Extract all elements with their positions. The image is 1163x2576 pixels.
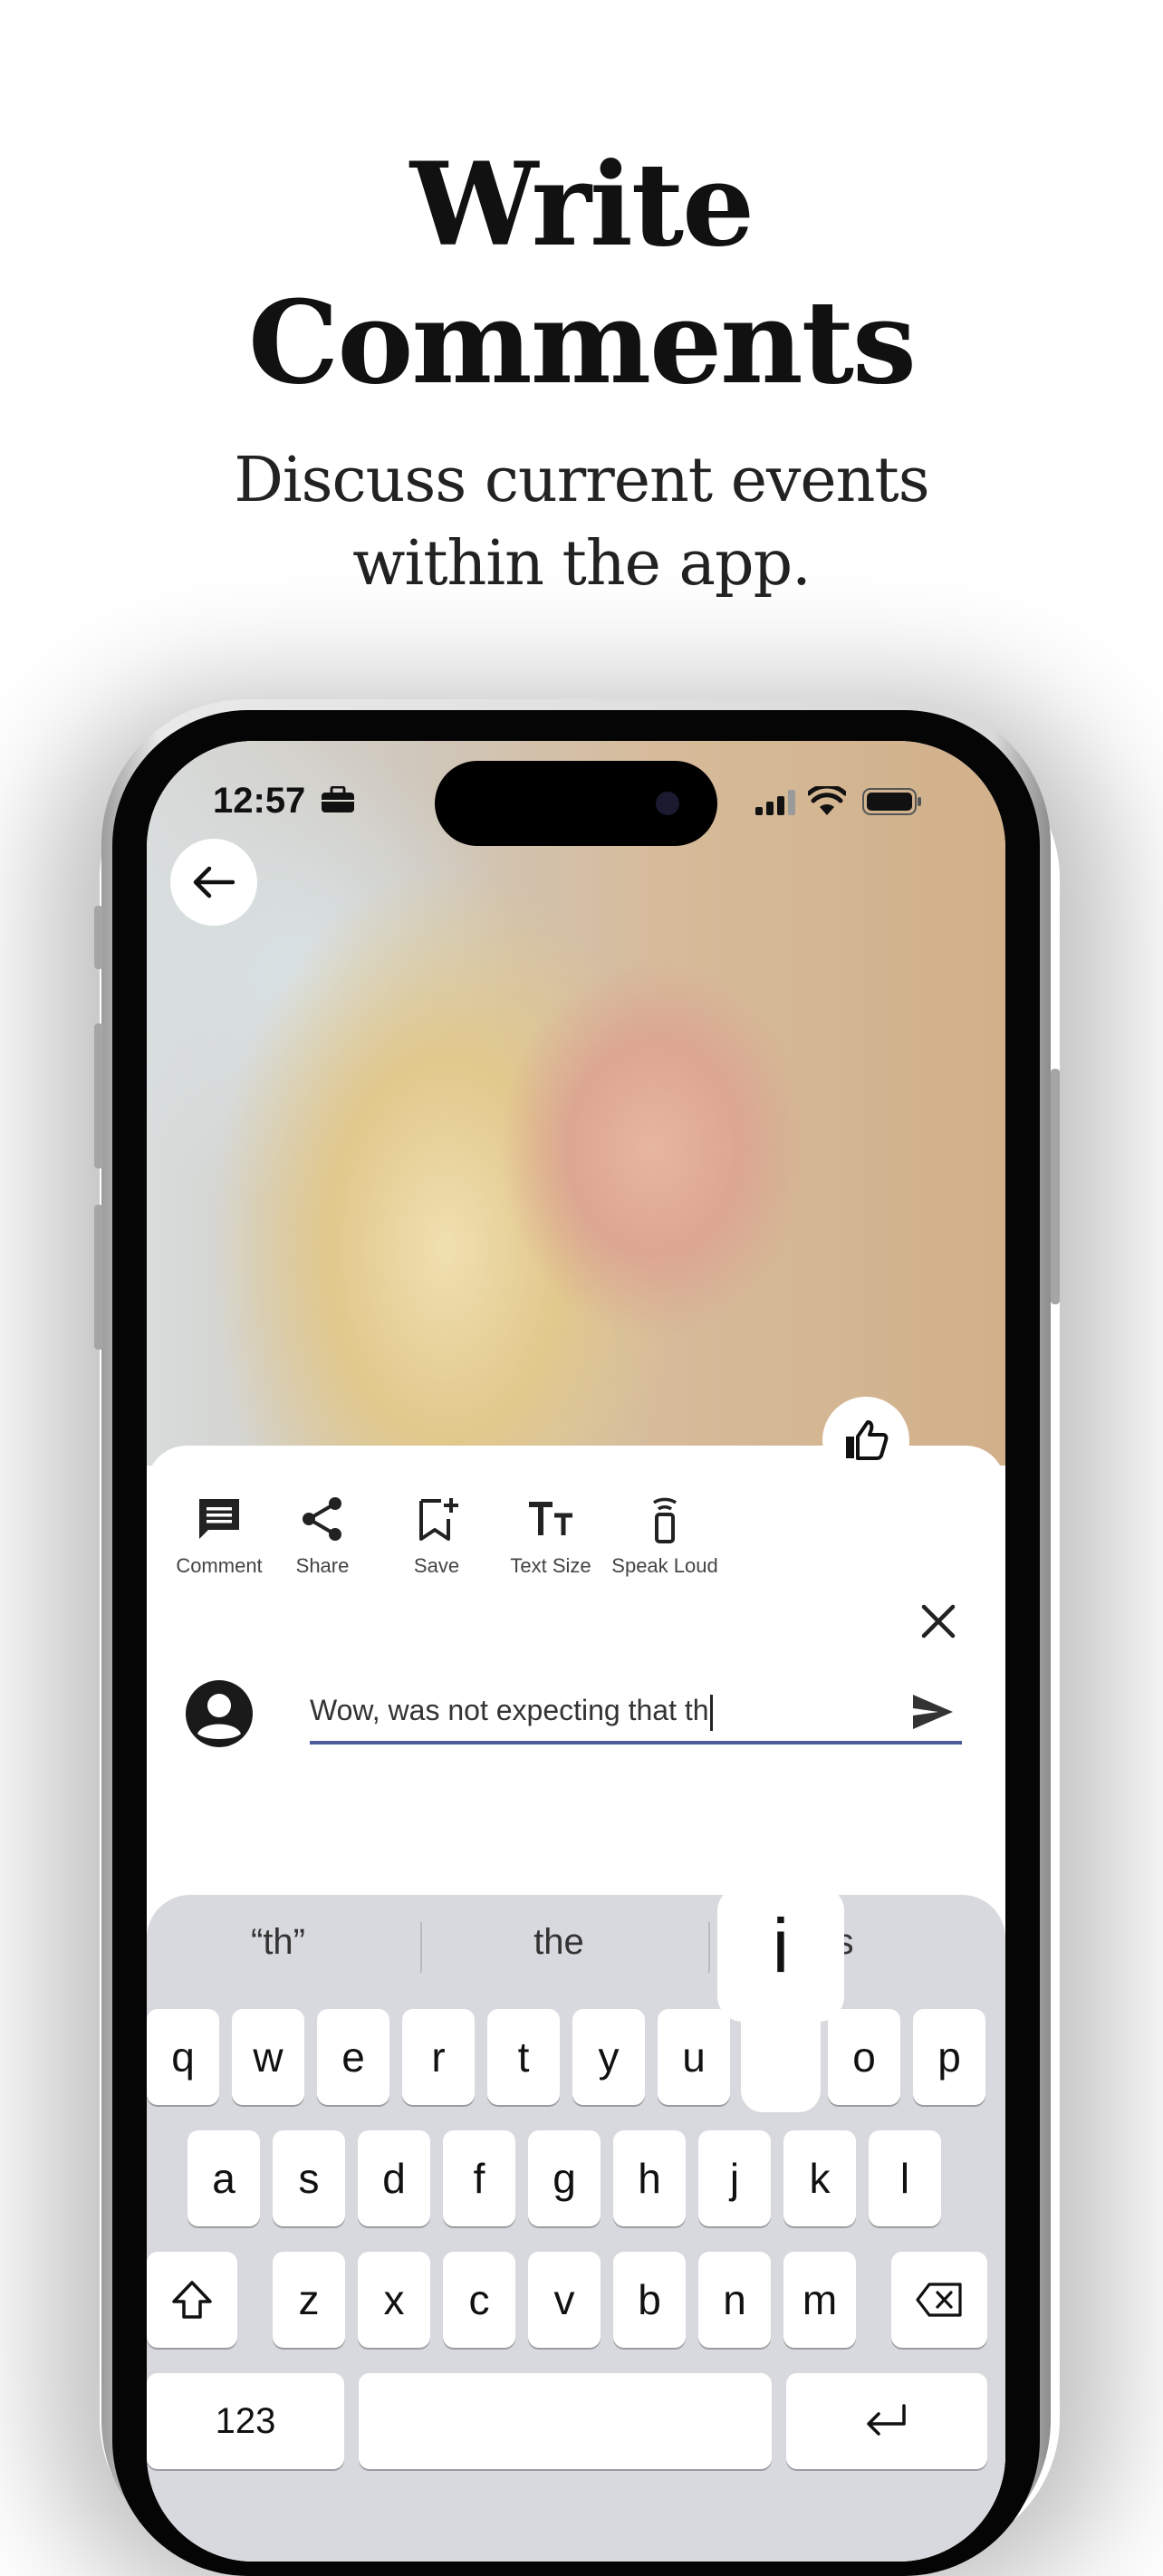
close-icon[interactable] (918, 1601, 958, 1641)
arrow-left-icon (193, 866, 235, 899)
thumbs-up-icon (846, 1420, 889, 1460)
key-w[interactable]: w (232, 2009, 304, 2105)
text-size-icon (529, 1502, 572, 1535)
key-m[interactable]: m (783, 2252, 856, 2348)
comment-icon (199, 1499, 239, 1539)
bookmark-add-icon (419, 1498, 458, 1541)
save-button[interactable]: Save (382, 1493, 491, 1578)
text-size-button[interactable]: Text Size (496, 1493, 605, 1578)
phone-mute-switch (94, 906, 103, 969)
key-s[interactable]: s (273, 2130, 345, 2226)
save-label: Save (413, 1554, 460, 1577)
key-v[interactable]: v (528, 2252, 601, 2348)
key-j[interactable]: j (698, 2130, 771, 2226)
keyboard-suggestions: “th” the his (147, 1895, 1005, 2002)
suggestion-divider (708, 1922, 710, 1973)
phone-power-button (1051, 1069, 1060, 1304)
numbers-key[interactable]: 123 (147, 2373, 344, 2469)
send-icon[interactable] (911, 1692, 955, 1732)
speak-loud-label: Speak Loud (611, 1554, 718, 1577)
suggestion-2[interactable]: the (482, 1922, 636, 1963)
share-label: Share (295, 1554, 350, 1577)
shift-icon (172, 2281, 212, 2319)
key-y[interactable]: y (572, 2009, 645, 2105)
key-k[interactable]: k (783, 2130, 856, 2226)
promo-title: Write Comments (0, 136, 1163, 411)
key-a[interactable]: a (187, 2130, 260, 2226)
share-icon (303, 1497, 341, 1541)
key-z[interactable]: z (273, 2252, 345, 2348)
key-l[interactable]: l (869, 2130, 941, 2226)
key-c[interactable]: c (443, 2252, 515, 2348)
onscreen-keyboard: “th” the his i q w e r t y u o p a s d f… (147, 1886, 1005, 2562)
promo-title-line1: Write (409, 138, 755, 272)
shift-key[interactable] (147, 2252, 237, 2348)
promo-subtitle-line2: within the app. (352, 528, 811, 600)
briefcase-icon (322, 786, 354, 812)
promo-title-line2: Comments (248, 275, 917, 409)
battery-icon (862, 788, 921, 815)
key-e[interactable]: e (317, 2009, 389, 2105)
comment-label: Comment (176, 1554, 263, 1577)
key-popup-letter: i (772, 1902, 790, 1988)
article-toolbar: Comment Share Save Text Size Speak Loud (147, 1493, 1005, 1592)
share-button[interactable]: Share (268, 1493, 377, 1578)
return-icon (867, 2404, 906, 2436)
return-key[interactable] (786, 2373, 987, 2469)
key-t[interactable]: t (487, 2009, 560, 2105)
promo-subtitle-line1: Discuss current events (234, 445, 929, 516)
key-b[interactable]: b (613, 2252, 686, 2348)
like-button[interactable] (822, 1397, 909, 1484)
key-p[interactable]: p (913, 2009, 985, 2105)
comment-input-text: Wow, was not expecting that th (310, 1694, 709, 1726)
comment-input[interactable]: Wow, was not expecting that th (310, 1683, 899, 1737)
key-q[interactable]: q (147, 2009, 219, 2105)
comment-button[interactable]: Comment (165, 1493, 274, 1578)
suggestion-divider (420, 1922, 422, 1973)
text-size-label: Text Size (510, 1554, 591, 1577)
backspace-icon (916, 2283, 962, 2317)
wifi-icon (808, 786, 846, 815)
key-r[interactable]: r (402, 2009, 475, 2105)
phone-volume-up (94, 1024, 103, 1168)
speaker-icon (653, 1497, 677, 1543)
key-u[interactable]: u (658, 2009, 730, 2105)
key-o[interactable]: o (828, 2009, 900, 2105)
text-cursor (709, 1694, 713, 1731)
key-n[interactable]: n (698, 2252, 771, 2348)
key-h[interactable]: h (613, 2130, 686, 2226)
dynamic-island (435, 761, 717, 846)
phone-volume-down (94, 1205, 103, 1350)
status-time: 12:57 (213, 781, 306, 821)
key-x[interactable]: x (358, 2252, 430, 2348)
phone-screen: 12:57 Comment Share Save Text Size Speak… (147, 741, 1005, 2562)
speak-loud-button[interactable]: Speak Loud (610, 1493, 719, 1578)
space-key[interactable] (359, 2373, 772, 2469)
key-d[interactable]: d (358, 2130, 430, 2226)
cellular-signal-icon (755, 790, 795, 815)
promo-subtitle: Discuss current events within the app. (0, 439, 1163, 606)
key-popup-stem (741, 1985, 821, 2112)
front-camera (656, 792, 679, 815)
key-f[interactable]: f (443, 2130, 515, 2226)
key-g[interactable]: g (528, 2130, 601, 2226)
comment-input-underline (310, 1741, 962, 1745)
user-avatar-icon (186, 1680, 253, 1747)
suggestion-1[interactable]: “th” (201, 1922, 355, 1963)
back-button[interactable] (170, 839, 257, 926)
backspace-key[interactable] (891, 2252, 987, 2348)
article-photo (147, 741, 1005, 1466)
